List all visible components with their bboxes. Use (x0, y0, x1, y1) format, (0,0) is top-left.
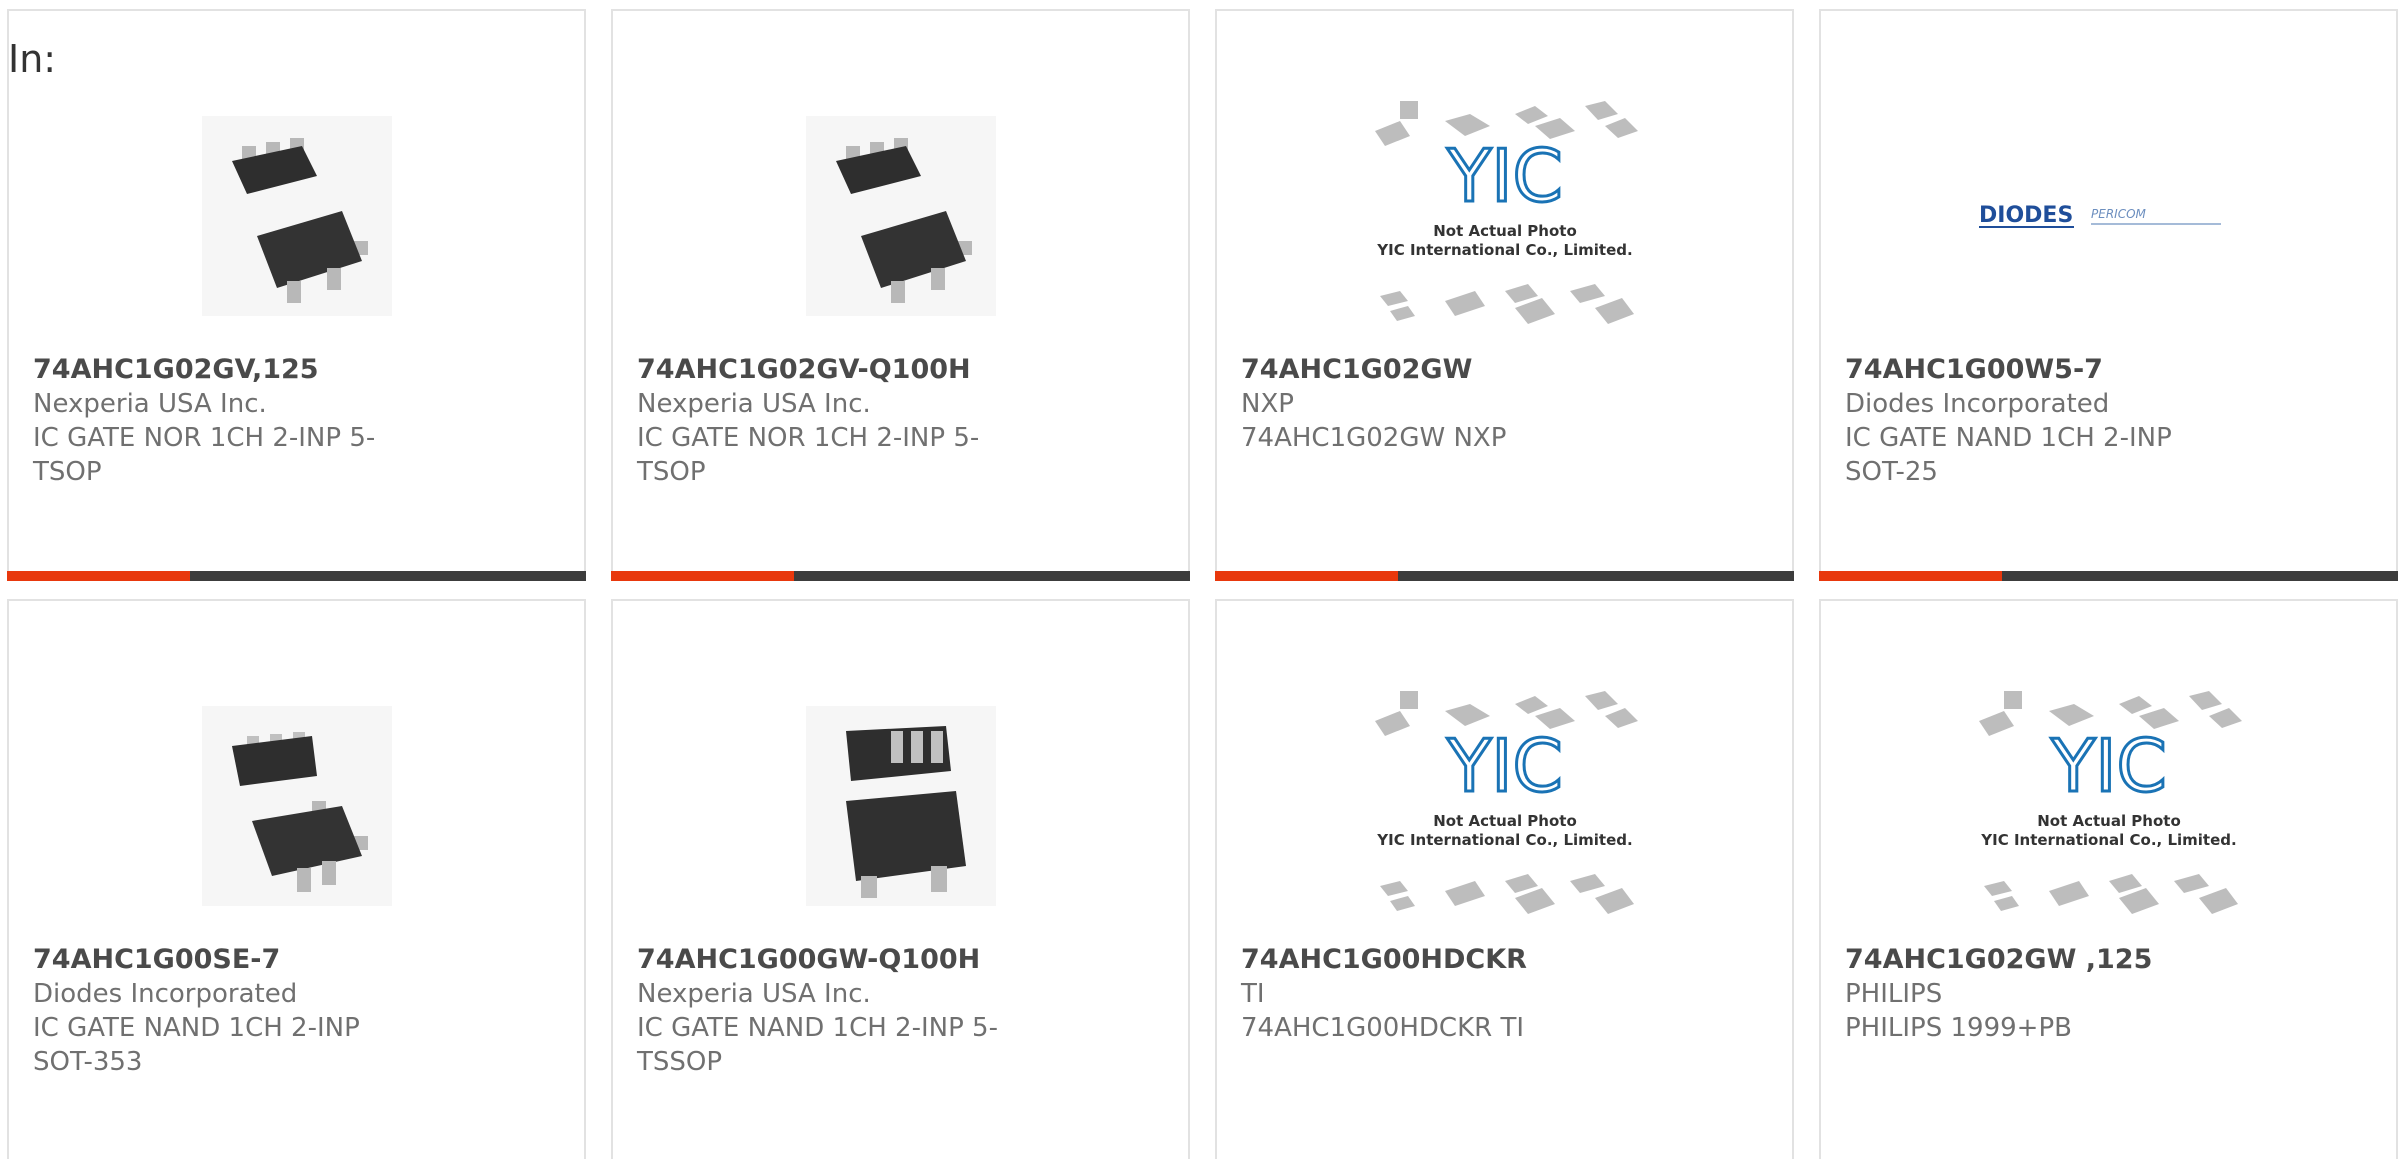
yic-logo: YIC (1446, 134, 1563, 218)
part-number[interactable]: 74AHC1G00SE-7 (33, 943, 424, 977)
manufacturer: TI (1241, 979, 1265, 1009)
yic-placeholder-image: YIC Not Actual Photo YIC International C… (1374, 101, 1638, 324)
diodes-brand: DIODES (1979, 203, 2073, 228)
description: IC GATE NAND 1CH 2-INP SOT-353 (33, 1013, 360, 1077)
filter-label: In: (8, 37, 57, 81)
part-number[interactable]: 74AHC1G02GV-Q100H (637, 353, 1028, 387)
sot-package-image (201, 116, 392, 316)
manufacturer: Diodes Incorporated (33, 979, 298, 1009)
pericom-brand: PERICOM (2091, 207, 2147, 221)
yic-logo: YIC (1446, 724, 1563, 808)
card-bar (1215, 571, 1794, 581)
product-image[interactable] (613, 86, 1188, 346)
yic-placeholder-image: YIC Not Actual Photo YIC International C… (1374, 691, 1638, 914)
product-card[interactable]: YIC Not Actual Photo YIC International C… (1215, 9, 1794, 581)
manufacturer: Nexperia USA Inc. (637, 389, 871, 419)
card-bar (7, 571, 586, 581)
product-card[interactable]: 74AHC1G02GV-Q100H Nexperia USA Inc. IC G… (611, 9, 1190, 581)
product-card[interactable]: 74AHC1G00SE-7 Diodes Incorporated IC GAT… (7, 599, 586, 1159)
product-image[interactable]: YIC Not Actual Photo YIC International C… (1217, 86, 1792, 346)
part-number[interactable]: 74AHC1G02GV,125 (33, 353, 424, 387)
product-image[interactable] (9, 676, 584, 936)
part-number[interactable]: 74AHC1G02GW (1241, 353, 1632, 387)
card-bar-accent (7, 571, 190, 581)
product-image[interactable]: YIC Not Actual Photo YIC International C… (1217, 676, 1792, 936)
card-bar-accent (1215, 571, 1398, 581)
sot-package-image (805, 706, 996, 906)
yic-placeholder-image: YIC Not Actual Photo YIC International C… (1978, 691, 2242, 914)
placeholder-line2: YIC International Co., Limited. (1376, 831, 1632, 849)
product-image[interactable] (9, 86, 584, 346)
description: IC GATE NAND 1CH 2-INP SOT-25 (1845, 423, 2172, 487)
product-card[interactable]: DIODES PERICOM 74AHC1G00W5-7 Diodes Inco… (1819, 9, 2398, 581)
placeholder-line1: Not Actual Photo (1433, 222, 1577, 240)
part-number[interactable]: 74AHC1G00GW-Q100H (637, 943, 1028, 977)
placeholder-line2: YIC International Co., Limited. (1980, 831, 2236, 849)
description: IC GATE NOR 1CH 2-INP 5-TSOP (33, 423, 376, 487)
sot-package-image (201, 706, 392, 906)
manufacturer: NXP (1241, 389, 1294, 419)
part-number[interactable]: 74AHC1G00W5-7 (1845, 353, 2236, 387)
product-image[interactable]: YIC Not Actual Photo YIC International C… (1821, 676, 2396, 936)
product-card[interactable]: 74AHC1G00GW-Q100H Nexperia USA Inc. IC G… (611, 599, 1190, 1159)
sot-package-image (805, 116, 996, 316)
card-bar-accent (611, 571, 794, 581)
placeholder-line1: Not Actual Photo (2037, 812, 2181, 830)
manufacturer: Nexperia USA Inc. (33, 389, 267, 419)
part-number[interactable]: 74AHC1G00HDCKR (1241, 943, 1632, 977)
card-bar (611, 571, 1190, 581)
description: IC GATE NOR 1CH 2-INP 5-TSOP (637, 423, 980, 487)
part-number[interactable]: 74AHC1G02GW ,125 (1845, 943, 2236, 977)
product-image[interactable]: DIODES PERICOM (1821, 86, 2396, 346)
product-card[interactable]: YIC Not Actual Photo YIC International C… (1215, 599, 1794, 1159)
manufacturer: PHILIPS (1845, 979, 1943, 1009)
card-bar (1819, 571, 2398, 581)
product-card[interactable]: 74AHC1G02GV,125 Nexperia USA Inc. IC GAT… (7, 9, 586, 581)
description: 74AHC1G00HDCKR TI (1241, 1013, 1525, 1043)
manufacturer: Diodes Incorporated (1845, 389, 2110, 419)
placeholder-line1: Not Actual Photo (1433, 812, 1577, 830)
product-grid: 74AHC1G02GV,125 Nexperia USA Inc. IC GAT… (0, 0, 2400, 1159)
description: IC GATE NAND 1CH 2-INP 5-TSSOP (637, 1013, 998, 1077)
placeholder-line2: YIC International Co., Limited. (1376, 241, 1632, 259)
product-card[interactable]: YIC Not Actual Photo YIC International C… (1819, 599, 2398, 1159)
card-bar-accent (1819, 571, 2002, 581)
manufacturer: Nexperia USA Inc. (637, 979, 871, 1009)
product-image[interactable] (613, 676, 1188, 936)
description: PHILIPS 1999+PB (1845, 1013, 2072, 1043)
description: 74AHC1G02GW NXP (1241, 423, 1507, 453)
yic-logo: YIC (2050, 724, 2167, 808)
diodes-pericom-logo: DIODES PERICOM (1978, 203, 2221, 228)
